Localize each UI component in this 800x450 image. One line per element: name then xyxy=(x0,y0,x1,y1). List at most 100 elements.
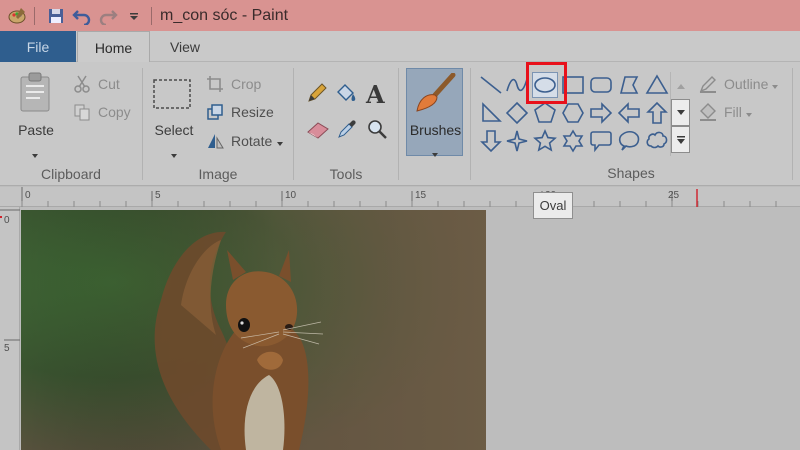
gallery-scroll-up-button[interactable] xyxy=(671,72,690,99)
fill-bucket-icon xyxy=(698,102,718,122)
horizontal-ruler: 0 5 10 15 20 25 xyxy=(0,187,800,207)
vertical-ruler-tick-label: 5 xyxy=(4,343,10,354)
gallery-expand-button[interactable] xyxy=(671,126,690,153)
fill-label: Fill xyxy=(724,104,742,120)
resize-button[interactable]: Resize xyxy=(205,102,274,122)
undo-icon[interactable] xyxy=(69,3,95,29)
up-arrow-shape-icon xyxy=(646,101,668,124)
shape-four-point-star[interactable] xyxy=(504,128,530,154)
clipboard-group-label: Clipboard xyxy=(41,166,101,182)
shape-left-arrow[interactable] xyxy=(616,100,642,126)
brushes-button[interactable]: Brushes xyxy=(406,68,463,157)
shape-right-triangle[interactable] xyxy=(478,100,504,126)
magnifier-icon xyxy=(368,120,387,139)
shape-rounded-callout[interactable] xyxy=(588,128,614,154)
oval-tooltip: Oval xyxy=(533,192,573,219)
diamond-shape-icon xyxy=(505,101,529,125)
paste-icon xyxy=(20,72,50,112)
shapes-gallery xyxy=(476,72,691,156)
scissors-icon xyxy=(72,74,92,94)
group-separator xyxy=(792,68,793,180)
ruler-tick-label: 15 xyxy=(415,190,427,201)
cut-button[interactable]: Cut xyxy=(72,74,120,94)
oval-highlight-box xyxy=(526,62,567,104)
eraser-icon xyxy=(307,122,329,139)
outline-dropdown-caret[interactable] xyxy=(772,76,779,92)
cloud-callout-shape-icon xyxy=(646,131,668,149)
pentagon-shape-icon xyxy=(534,102,556,123)
five-point-star-shape-icon xyxy=(533,129,557,152)
fill-bucket-tool[interactable] xyxy=(334,82,358,107)
copy-label: Copy xyxy=(98,104,131,120)
eraser-tool[interactable] xyxy=(306,120,330,143)
fill-dropdown-caret[interactable] xyxy=(745,104,752,120)
text-tool[interactable]: A xyxy=(366,80,385,109)
select-dropdown-caret[interactable] xyxy=(171,146,177,161)
scroll-up-icon xyxy=(676,83,685,89)
tab-file[interactable]: File xyxy=(0,31,76,62)
outline-pencil-icon xyxy=(698,74,718,94)
tools-group-label: Tools xyxy=(329,166,363,182)
fill-button[interactable]: Fill xyxy=(698,102,752,122)
window-title: m_con sóc - Paint xyxy=(160,6,289,24)
customize-toolbar-icon[interactable] xyxy=(121,3,147,29)
brushes-dropdown-caret[interactable] xyxy=(432,145,438,160)
shape-five-point-star[interactable] xyxy=(532,128,558,154)
ruler-tick-label: 5 xyxy=(155,190,161,201)
paste-button[interactable]: Paste xyxy=(14,70,58,158)
select-label: Select xyxy=(154,122,194,138)
brushes-label: Brushes xyxy=(409,122,462,138)
crop-label: Crop xyxy=(231,76,262,92)
vertical-ruler-tick-label: 0 xyxy=(4,215,10,226)
quick-access-separator xyxy=(34,6,35,25)
pencil-tool[interactable] xyxy=(306,82,328,107)
paste-dropdown-caret[interactable] xyxy=(32,146,38,161)
tab-home[interactable]: Home xyxy=(77,31,150,63)
drawing-canvas[interactable] xyxy=(21,210,486,450)
ruler-tick-label: 10 xyxy=(285,190,297,201)
rotate-button[interactable]: Rotate xyxy=(205,131,284,151)
shape-cloud-callout[interactable] xyxy=(644,128,670,154)
shapes-gallery-scroll xyxy=(670,72,690,156)
color-picker-tool[interactable] xyxy=(336,118,358,143)
shape-six-point-star[interactable] xyxy=(560,128,586,154)
outline-button[interactable]: Outline xyxy=(698,74,779,94)
shapes-group-label: Shapes xyxy=(607,165,655,181)
group-separator xyxy=(470,68,471,180)
down-arrow-shape-icon xyxy=(480,130,502,153)
tools-group: A Tools xyxy=(294,62,398,186)
shape-line[interactable] xyxy=(478,72,504,98)
paint-app-icon[interactable] xyxy=(4,3,30,29)
save-icon[interactable] xyxy=(43,3,69,29)
shape-polygon[interactable] xyxy=(616,72,642,98)
select-button[interactable]: Select xyxy=(149,70,195,158)
copy-button[interactable]: Copy xyxy=(72,102,131,122)
gallery-scroll-down-button[interactable] xyxy=(671,99,690,126)
shape-right-arrow[interactable] xyxy=(588,100,614,126)
quick-access-separator-2 xyxy=(151,6,152,25)
outline-label: Outline xyxy=(724,76,769,92)
right-arrow-shape-icon xyxy=(590,102,613,124)
brush-icon xyxy=(416,73,456,112)
redo-icon[interactable] xyxy=(95,3,121,29)
rotate-icon xyxy=(205,131,225,151)
shape-up-arrow[interactable] xyxy=(644,100,670,126)
shape-triangle[interactable] xyxy=(644,72,670,98)
right-triangle-shape-icon xyxy=(482,102,502,122)
scroll-down-icon xyxy=(676,109,685,115)
squirrel-photo xyxy=(21,210,486,450)
rotate-dropdown-caret[interactable] xyxy=(277,133,284,149)
magnifier-tool[interactable] xyxy=(366,118,388,143)
shape-oval-callout[interactable] xyxy=(616,128,642,154)
shape-rounded-rectangle[interactable] xyxy=(588,72,614,98)
cut-label: Cut xyxy=(98,76,120,92)
tab-view[interactable]: View xyxy=(150,31,220,62)
crop-button[interactable]: Crop xyxy=(205,74,261,94)
paste-label: Paste xyxy=(18,122,54,138)
shape-down-arrow[interactable] xyxy=(478,128,504,154)
oval-callout-shape-icon xyxy=(618,130,640,151)
ruler-tick-label: 0 xyxy=(25,190,31,201)
pencil-icon xyxy=(308,83,327,102)
group-separator xyxy=(398,68,399,180)
vertical-ruler: 0 5 xyxy=(0,207,20,450)
